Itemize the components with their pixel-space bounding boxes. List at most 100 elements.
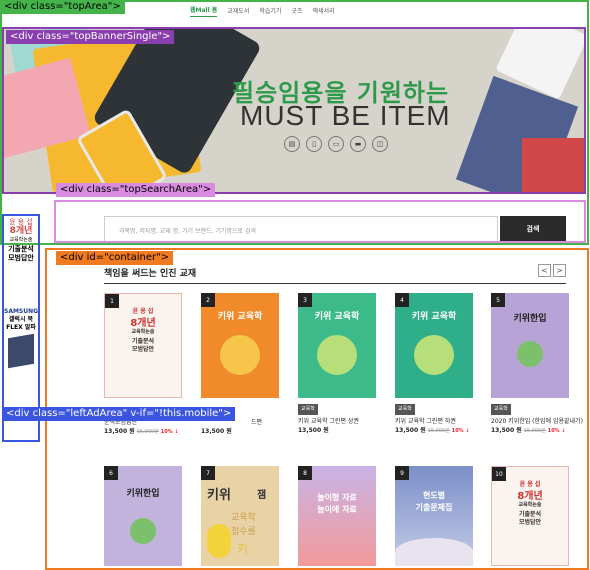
cover-illustration xyxy=(220,335,260,375)
category-badge: 교육학 xyxy=(395,404,415,415)
book-price: 13,500 원 xyxy=(104,428,135,435)
cover-illustration xyxy=(517,341,543,367)
page: 웹Mall 홈 교재도서 학습기기 굿즈 액세서리 필승임용을 기원하는 MUS… xyxy=(0,0,590,570)
cover-line: 놀이형 자료 xyxy=(317,493,357,502)
book-title: 2020 키위한입 (한입에 임용끝내기) xyxy=(491,418,583,425)
cover-illustration xyxy=(317,335,357,375)
discount-badge: 10% ↓ xyxy=(160,429,179,435)
nav-item-accessories[interactable]: 액세서리 xyxy=(313,4,335,17)
overlay-label-top-area: <div class="topArea"> xyxy=(0,0,125,14)
ad-line: 교육학논술 xyxy=(9,237,33,243)
next-arrow-button[interactable]: > xyxy=(553,264,566,277)
cover-line: 교육학논술 xyxy=(518,502,542,508)
nav-item-home[interactable]: 웹Mall 홈 xyxy=(190,3,218,17)
rank-badge: 9 xyxy=(395,466,409,480)
cover-line: 키 xyxy=(237,542,249,556)
top-nav: 웹Mall 홈 교재도서 학습기기 굿즈 액세서리 xyxy=(190,3,335,17)
ebook-icon: ◫ xyxy=(372,136,388,152)
overlay-label-top-search: <div class="topSearchArea"> xyxy=(56,183,216,197)
book-title: 키위 교육학 그린편 상권 xyxy=(298,418,359,425)
book-cover-2[interactable]: 2 키위 교육학 xyxy=(201,293,279,398)
cover-line: 키위 xyxy=(207,488,231,503)
rank-badge: 3 xyxy=(298,293,312,307)
book-title: 키위 교육학 그린편 하권 xyxy=(395,418,456,425)
book-cover-6[interactable]: 6 키위한입 xyxy=(104,466,182,566)
book-cover-8[interactable]: 8 놀이형 자료 놀이에 자료 xyxy=(298,466,376,566)
left-ad-device[interactable]: SAMSUNG 갤럭시 북 FLEX 알파 xyxy=(4,308,38,400)
cover-illustration xyxy=(414,335,454,375)
banner-subtitle: MUST BE ITEM xyxy=(240,100,451,131)
search-input[interactable]: 과목명, 저자명, 교재 명, 기기 브랜드, 기기명으로 검색 xyxy=(104,216,498,242)
rank-badge: 7 xyxy=(201,466,215,480)
book-cover-7[interactable]: 7 키위 잼 교육학 점수를 키 xyxy=(201,466,279,566)
category-badge: 교육학 xyxy=(491,404,511,415)
ad-line: 8개년 xyxy=(9,226,33,236)
book-price: 13,500 원 xyxy=(491,427,522,434)
left-ad-book[interactable]: 윤 용 섭 8개년 교육학논술 기출분석 모범답안 xyxy=(4,216,38,308)
book-cover-3[interactable]: 3 키위 교육학 xyxy=(298,293,376,398)
overlay-label-top-banner: <div class="topBannerSingle"> xyxy=(6,30,175,44)
nav-item-devices[interactable]: 학습기기 xyxy=(259,4,281,17)
ad-line: FLEX 알파 xyxy=(6,324,36,331)
search-button[interactable]: 검색 xyxy=(500,216,566,242)
book-cover-4[interactable]: 4 키위 교육학 xyxy=(395,293,473,398)
cover-line: 키위한입 xyxy=(513,314,547,324)
category-badge: 교육학 xyxy=(298,404,318,415)
book-price: 13,500 원 xyxy=(395,427,426,434)
nav-item-goods[interactable]: 굿즈 xyxy=(291,4,302,17)
banner-decoration xyxy=(522,138,584,193)
book-icon: ▤ xyxy=(284,136,300,152)
book-cover-1[interactable]: 1 윤 용 섭 8개년 교육학논술 기출분석 모범답안 xyxy=(104,293,182,398)
left-ad-area[interactable]: 윤 용 섭 8개년 교육학논술 기출분석 모범답안 SAMSUNG 갤럭시 북 … xyxy=(4,216,38,406)
cover-illustration xyxy=(130,518,156,544)
banner-icon-row: ▤ ▯ ▭ ▬ ◫ xyxy=(284,136,388,152)
rank-badge: 2 xyxy=(201,293,215,307)
book-price: 13,500 원 xyxy=(298,427,329,434)
cover-line: 모범답안 xyxy=(131,346,155,353)
cover-illustration xyxy=(207,524,231,558)
laptop-image xyxy=(8,333,34,369)
section-divider xyxy=(104,283,566,284)
nav-item-books[interactable]: 교재도서 xyxy=(227,4,249,17)
cover-line: 현도별 xyxy=(422,491,446,500)
tablet-icon: ▭ xyxy=(328,136,344,152)
ad-line: 갤럭시 북 xyxy=(8,316,34,323)
ad-line: SAMSUNG xyxy=(4,308,39,315)
prev-arrow-button[interactable]: < xyxy=(538,264,551,277)
cover-line: 키위 교육학 xyxy=(314,312,360,322)
cover-line: 8개년 xyxy=(517,491,543,502)
overlay-label-container: <div id="container"> xyxy=(56,251,174,265)
cover-line: 키위한입 xyxy=(126,489,160,499)
book-cover-5[interactable]: 5 키위한입 xyxy=(491,293,569,398)
book-info-5[interactable]: 교육학 2020 키위한입 (한입에 임용끝내기) 13,500 원 15,00… xyxy=(491,404,586,436)
book-cover-9[interactable]: 9 현도별 기출문제집 xyxy=(395,466,473,566)
rank-badge: 5 xyxy=(491,293,505,307)
cover-line: 키위 교육학 xyxy=(217,312,263,322)
overlay-label-left-ad: <div class="leftAdArea" v-if="!this.mobi… xyxy=(2,407,236,421)
ad-line: 모범답안 xyxy=(8,254,34,262)
rank-badge: 6 xyxy=(104,466,118,480)
section-title: 책임을 써드는 인진 교재 xyxy=(104,269,197,279)
book-cover-10[interactable]: 10 윤 용 섭 8개년 교육학논술 기출분석 모범답안 xyxy=(491,466,569,566)
cover-line: 놀이에 자료 xyxy=(317,505,357,514)
book-price: 13,500 원 xyxy=(201,428,232,435)
ad-line: 기출분석 xyxy=(8,245,34,253)
book-original-price: 15,000원 xyxy=(523,428,546,434)
rank-badge: 4 xyxy=(395,293,409,307)
cover-line: 교육학논술 xyxy=(131,329,155,335)
cover-line: 점수를 xyxy=(231,527,256,537)
cover-line: 모범답안 xyxy=(518,519,542,526)
cover-line: 잼 xyxy=(257,490,267,501)
laptop-icon: ▬ xyxy=(350,136,366,152)
top-banner[interactable]: 필승임용을 기원하는 MUST BE ITEM ▤ ▯ ▭ ▬ ◫ xyxy=(2,28,584,193)
discount-badge: 10% ↓ xyxy=(547,428,566,434)
book-info-4[interactable]: 교육학 키위 교육학 그린편 하권 13,500 원 15,000원 10% ↓ xyxy=(395,404,487,436)
rank-badge: 8 xyxy=(298,466,312,480)
book-info-3[interactable]: 교육학 키위 교육학 그린편 상권 13,500 원 xyxy=(298,404,390,435)
cover-illustration xyxy=(395,538,473,566)
phone-icon: ▯ xyxy=(306,136,322,152)
cover-line: 기출문제집 xyxy=(415,503,453,512)
discount-badge: 10% ↓ xyxy=(451,428,470,434)
cover-line: 교육학 xyxy=(231,513,256,523)
book-original-price: 15,000원 xyxy=(136,429,159,435)
